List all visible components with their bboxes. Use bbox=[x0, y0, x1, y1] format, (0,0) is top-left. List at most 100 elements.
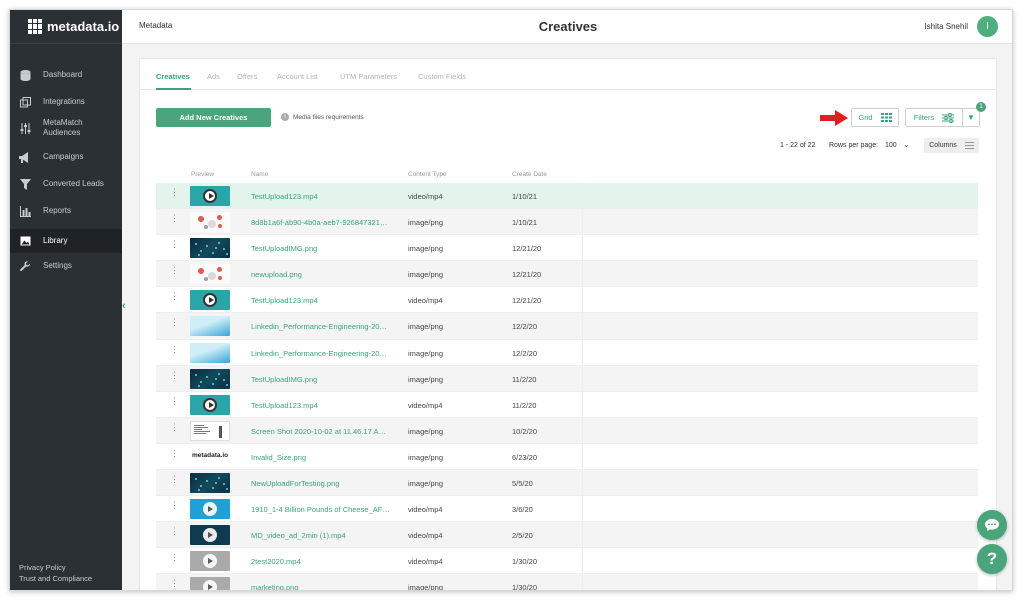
sidebar-item-dashboard[interactable]: Dashboard bbox=[10, 65, 122, 85]
row-menu-icon[interactable]: ⋮ bbox=[170, 318, 179, 327]
grid-view-button[interactable]: Grid bbox=[851, 108, 899, 127]
preview-thumbnail[interactable] bbox=[190, 420, 230, 441]
creative-name-link[interactable]: TestUpload123.mp4 bbox=[251, 192, 318, 201]
tab-creatives[interactable]: Creatives bbox=[156, 72, 190, 81]
table-row[interactable]: ⋮ 2test2020.mp4 video/mp4 1/30/20 bbox=[156, 548, 978, 575]
column-header-create-date[interactable]: Create Date bbox=[512, 171, 547, 178]
row-menu-icon[interactable]: ⋮ bbox=[170, 553, 179, 562]
column-header-name[interactable]: Name bbox=[251, 171, 268, 178]
creative-name-link[interactable]: 8d8b1a6f-ab90-4b0a-aeb7-926847321… bbox=[251, 218, 387, 227]
creative-name-link[interactable]: TestUploadIMG.png bbox=[251, 244, 317, 253]
row-menu-icon[interactable]: ⋮ bbox=[170, 396, 179, 405]
preview-thumbnail[interactable] bbox=[190, 473, 230, 494]
row-menu-icon[interactable]: ⋮ bbox=[170, 344, 179, 353]
sidebar-item-campaigns[interactable]: Campaigns bbox=[10, 147, 122, 167]
table-row[interactable]: ⋮ 1910_1-4 Billion Pounds of Cheese_AF… vi… bbox=[156, 496, 978, 523]
row-menu-icon[interactable]: ⋮ bbox=[170, 579, 179, 588]
chevron-down-icon[interactable]: ⌄ bbox=[903, 140, 910, 149]
row-menu-icon[interactable]: ⋮ bbox=[170, 188, 179, 197]
column-header-preview[interactable]: Preview bbox=[191, 171, 214, 178]
creative-name-link[interactable]: Linkedin_Performance-Engineering-20… bbox=[251, 322, 387, 331]
creative-name-link[interactable]: MD_video_ad_2min (1).mp4 bbox=[251, 531, 346, 540]
avatar[interactable]: I bbox=[977, 16, 998, 37]
sidebar-item-integrations[interactable]: Integrations bbox=[10, 92, 122, 112]
create-date-cell: 12/21/20 bbox=[512, 270, 542, 280]
add-new-creatives-button[interactable]: Add New Creatives bbox=[156, 108, 271, 127]
row-menu-icon[interactable]: ⋮ bbox=[170, 475, 179, 484]
table-row[interactable]: ⋮ Linkedin_Performance-Engineering-20… ima… bbox=[156, 313, 978, 340]
sidebar-item-settings[interactable]: Settings bbox=[10, 256, 122, 276]
preview-thumbnail[interactable] bbox=[190, 342, 230, 363]
preview-thumbnail[interactable] bbox=[190, 290, 230, 311]
table-row[interactable]: ⋮ metadata.io Invalid_Size.png image/png 6/2… bbox=[156, 443, 978, 471]
preview-thumbnail[interactable]: metadata.io bbox=[190, 446, 230, 467]
creative-name-link[interactable]: TestUpload123.mp4 bbox=[251, 296, 318, 305]
row-menu-icon[interactable]: ⋮ bbox=[170, 448, 179, 457]
preview-thumbnail[interactable] bbox=[190, 394, 230, 415]
row-menu-icon[interactable]: ⋮ bbox=[170, 214, 179, 223]
chat-button[interactable] bbox=[977, 510, 1007, 540]
tab-account-list[interactable]: Account List bbox=[277, 72, 318, 81]
columns-button[interactable]: Columns bbox=[924, 138, 979, 153]
table-row[interactable]: ⋮ TestUpload123.mp4 video/mp4 1/10/21 bbox=[156, 183, 978, 210]
creative-name-link[interactable]: Invalid_Size.png bbox=[251, 453, 306, 462]
tab-offers[interactable]: Offers bbox=[237, 72, 257, 81]
help-button[interactable]: ? bbox=[977, 544, 1007, 574]
row-menu-icon[interactable]: ⋮ bbox=[170, 422, 179, 431]
tab-ads[interactable]: Ads bbox=[207, 72, 220, 81]
table-row[interactable]: ⋮ Screen Shot 2020-10-02 at 11.46.17 A… im… bbox=[156, 417, 978, 444]
row-menu-icon[interactable]: ⋮ bbox=[170, 501, 179, 510]
sidebar-item-reports[interactable]: Reports bbox=[10, 201, 122, 221]
creative-name-link[interactable]: 2test2020.mp4 bbox=[251, 557, 301, 566]
preview-thumbnail[interactable] bbox=[190, 551, 230, 572]
logo[interactable]: metadata.io bbox=[10, 10, 122, 44]
row-menu-icon[interactable]: ⋮ bbox=[170, 240, 179, 249]
table-row[interactable]: ⋮ TestUpload123.mp4 video/mp4 12/21/20 bbox=[156, 287, 978, 314]
create-date-cell: 12/2/20 bbox=[512, 348, 538, 358]
preview-thumbnail[interactable] bbox=[190, 264, 230, 285]
preview-thumbnail[interactable] bbox=[190, 525, 230, 546]
sidebar-item-library[interactable]: Library bbox=[10, 229, 122, 253]
creative-name-link[interactable]: TestUploadIMG.png bbox=[251, 375, 317, 384]
create-date-cell: 1/10/21 bbox=[512, 192, 538, 201]
preview-thumbnail[interactable] bbox=[190, 577, 230, 590]
table-row[interactable]: ⋮ NewUploadForTesting.png image/png 5/5/20 bbox=[156, 470, 978, 497]
creative-name-link[interactable]: Linkedin_Performance-Engineering-20… bbox=[251, 349, 387, 358]
column-header-content-type[interactable]: Content Type bbox=[408, 171, 447, 178]
tab-utm-parameters[interactable]: UTM Parameters bbox=[340, 72, 397, 81]
user-name[interactable]: Ishita Snehil bbox=[924, 22, 968, 31]
table-row[interactable]: ⋮ TestUpload123.mp4 video/mp4 11/2/20 bbox=[156, 391, 978, 418]
table-row[interactable]: ⋮ marketing.png image/png 1/30/20 bbox=[156, 574, 978, 590]
collapse-sidebar-chevron-icon[interactable]: ‹ bbox=[122, 300, 132, 314]
table-row[interactable]: ⋮ 8d8b1a6f-ab90-4b0a-aeb7-926847321… image… bbox=[156, 209, 978, 236]
creative-name-link[interactable]: newupload.png bbox=[251, 270, 302, 279]
table-row[interactable]: ⋮ MD_video_ad_2min (1).mp4 video/mp4 2/5/20 bbox=[156, 522, 978, 549]
creative-name-link[interactable]: marketing.png bbox=[251, 583, 299, 590]
row-menu-icon[interactable]: ⋮ bbox=[170, 266, 179, 275]
preview-thumbnail[interactable] bbox=[190, 499, 230, 520]
table-row[interactable]: ⋮ TestUploadIMG.png image/png 12/21/20 bbox=[156, 235, 978, 262]
row-menu-icon[interactable]: ⋮ bbox=[170, 370, 179, 379]
preview-thumbnail[interactable] bbox=[190, 186, 230, 206]
preview-thumbnail[interactable] bbox=[190, 212, 230, 233]
sidebar-item-metamatch[interactable]: MetaMatch Audiences bbox=[10, 114, 122, 142]
row-menu-icon[interactable]: ⋮ bbox=[170, 527, 179, 536]
preview-thumbnail[interactable] bbox=[190, 316, 230, 337]
creative-name-link[interactable]: NewUploadForTesting.png bbox=[251, 479, 339, 488]
table-row[interactable]: ⋮ newupload.png image/png 12/21/20 bbox=[156, 261, 978, 288]
creative-name-link[interactable]: 1910_1-4 Billion Pounds of Cheese_AF… bbox=[251, 505, 390, 514]
tab-custom-fields[interactable]: Custom Fields bbox=[418, 72, 466, 81]
sidebar-item-converted-leads[interactable]: Converted Leads bbox=[10, 174, 122, 194]
privacy-policy-link[interactable]: Privacy Policy bbox=[19, 562, 92, 573]
media-requirements-link[interactable]: i Media files requirements bbox=[281, 113, 364, 121]
preview-thumbnail[interactable] bbox=[190, 238, 230, 259]
row-menu-icon[interactable]: ⋮ bbox=[170, 292, 179, 301]
table-row[interactable]: ⋮ TestUploadIMG.png image/png 11/2/20 bbox=[156, 365, 978, 392]
trust-compliance-link[interactable]: Trust and Compliance bbox=[19, 573, 92, 584]
filters-button[interactable]: Filters bbox=[905, 108, 963, 127]
rows-per-page-select[interactable]: 100 bbox=[885, 142, 897, 149]
creative-name-link[interactable]: Screen Shot 2020-10-02 at 11.46.17 A… bbox=[251, 427, 386, 436]
preview-thumbnail[interactable] bbox=[190, 368, 230, 389]
creative-name-link[interactable]: TestUpload123.mp4 bbox=[251, 401, 318, 410]
table-row[interactable]: ⋮ Linkedin_Performance-Engineering-20… ima… bbox=[156, 339, 978, 366]
